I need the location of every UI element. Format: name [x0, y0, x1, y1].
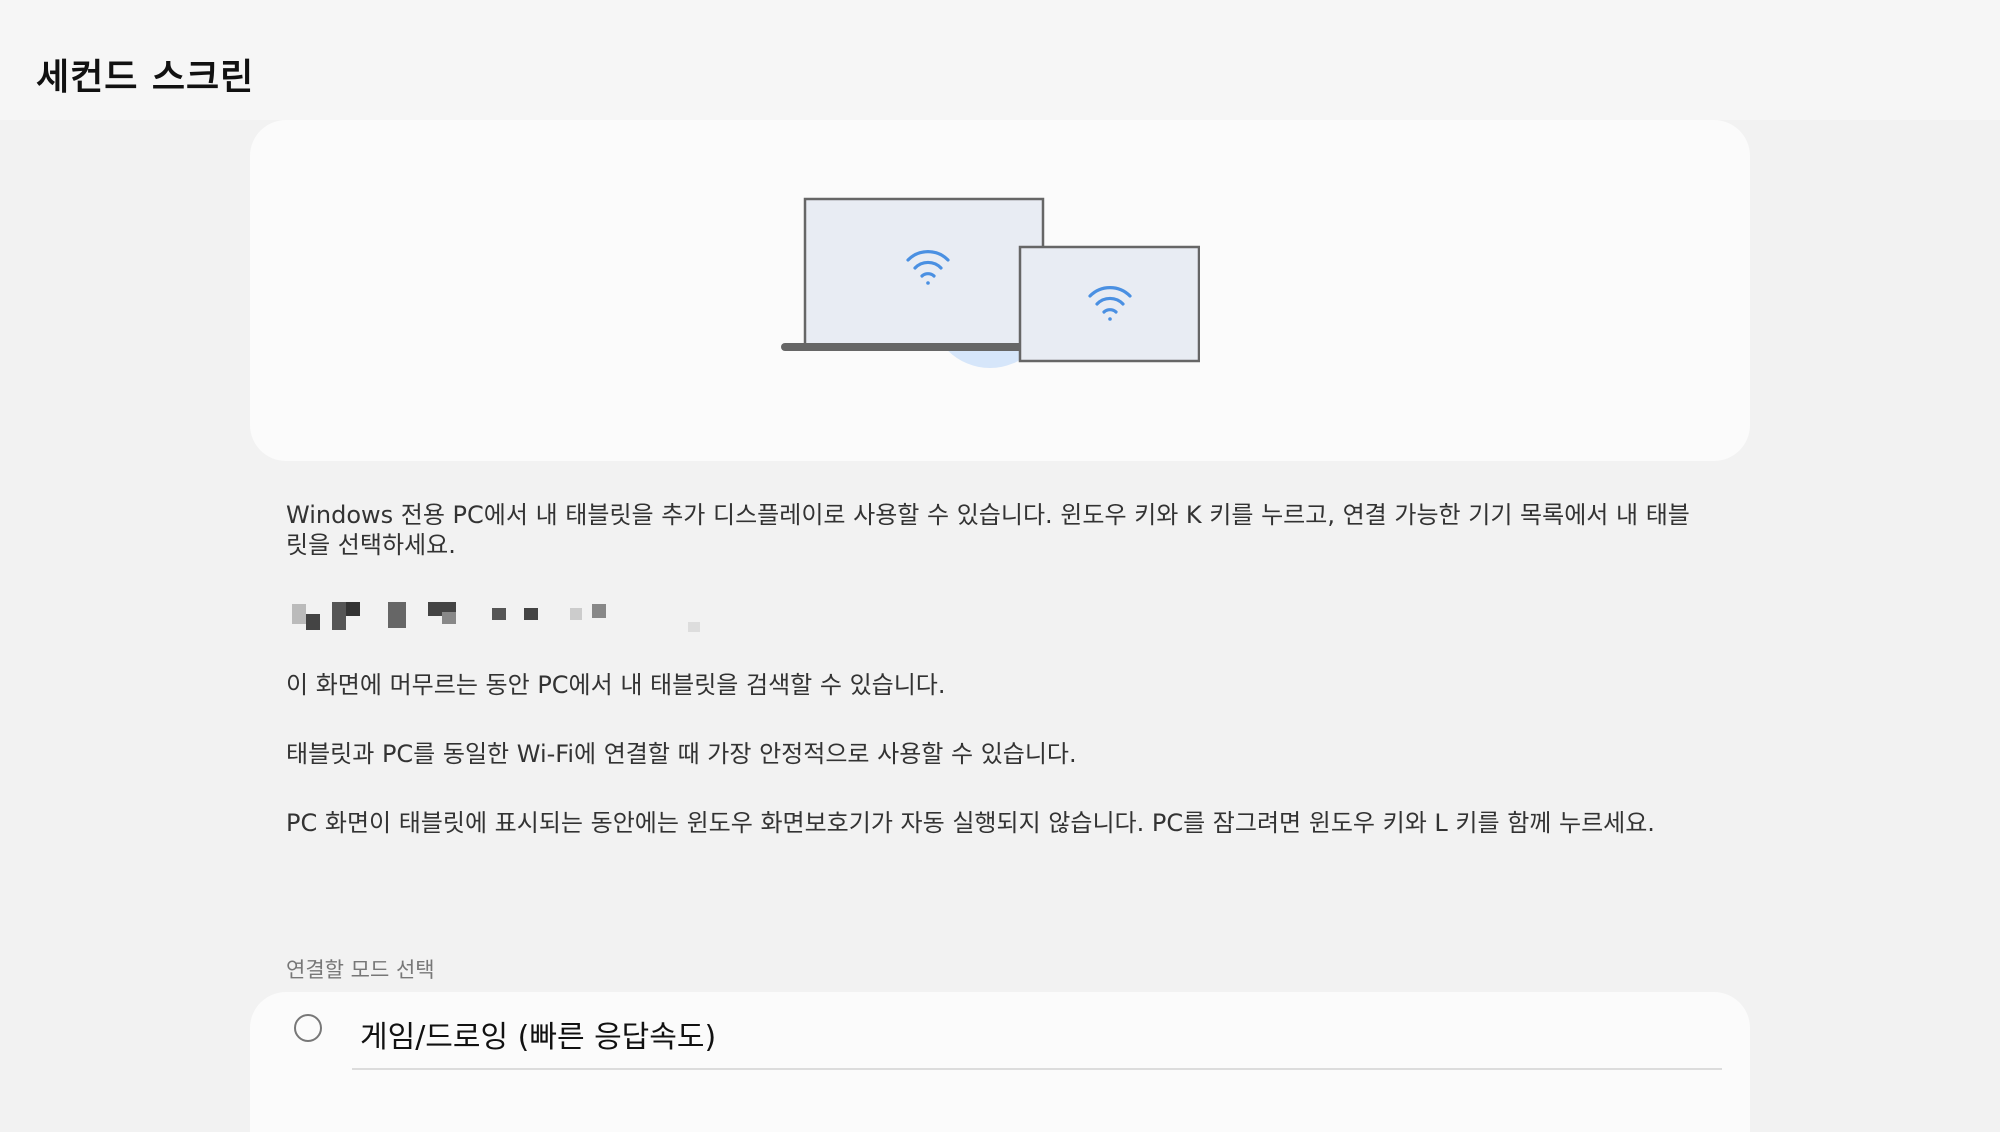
mode-card: 게임/드로잉 (빠른 응답속도) [250, 992, 1750, 1132]
laptop-tablet-wifi-icon [781, 197, 1200, 368]
intro-description: Windows 전용 PC에서 내 태블릿을 추가 디스플레이로 사용할 수 있… [286, 501, 1690, 559]
search-note: 이 화면에 머무르는 동안 PC에서 내 태블릿을 검색할 수 있습니다. [286, 671, 946, 699]
divider [352, 1068, 1722, 1070]
blurred-device-name [292, 598, 712, 634]
tablet-screen [1018, 245, 1200, 363]
screensaver-note: PC 화면이 태블릿에 표시되는 동안에는 윈도우 화면보호기가 자동 실행되지… [286, 809, 1655, 837]
app-header: 세컨드 스크린 [0, 0, 2000, 120]
mode-option-game-drawing[interactable]: 게임/드로잉 (빠른 응답속도) [250, 992, 1750, 1072]
radio-button[interactable] [294, 1014, 322, 1042]
mode-section-header: 연결할 모드 선택 [286, 958, 435, 982]
mode-option-label: 게임/드로잉 (빠른 응답속도) [360, 1020, 717, 1055]
wifi-note: 태블릿과 PC를 동일한 Wi-Fi에 연결할 때 가장 안정적으로 사용할 수… [286, 740, 1077, 768]
page-title: 세컨드 스크린 [36, 57, 255, 98]
laptop-base [781, 343, 1033, 351]
